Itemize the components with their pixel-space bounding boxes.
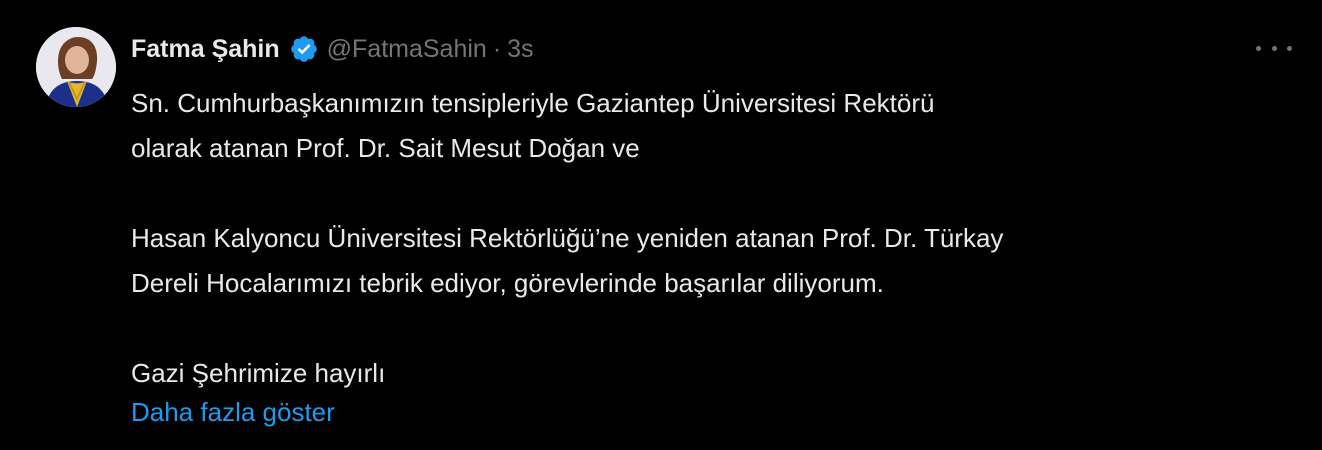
tweet-card[interactable]: Fatma Şahin @FatmaSahin · 3s Sn. Cumhurb… <box>0 0 1322 450</box>
avatar-image <box>36 27 116 107</box>
tweet-text-line: Sn. Cumhurbaşkanımızın tensipleriyle Gaz… <box>131 88 935 118</box>
show-more-link[interactable]: Daha fazla göster <box>131 392 335 432</box>
tweet-text: Sn. Cumhurbaşkanımızın tensipleriyle Gaz… <box>131 81 1251 396</box>
verified-badge-icon <box>289 34 319 64</box>
avatar[interactable] <box>36 27 116 107</box>
author-handle[interactable]: @FatmaSahin <box>327 35 487 64</box>
author-display-name[interactable]: Fatma Şahin <box>131 35 280 64</box>
tweet-timestamp[interactable]: 3s <box>507 35 533 64</box>
more-options-icon[interactable] <box>1256 36 1292 60</box>
more-dot <box>1271 45 1277 51</box>
header-separator: · <box>492 34 502 63</box>
more-dot <box>1287 45 1292 51</box>
tweet-text-line: Dereli Hocalarımızı tebrik ediyor, görev… <box>131 268 884 298</box>
more-dot <box>1256 45 1261 51</box>
tweet-header: Fatma Şahin @FatmaSahin · 3s <box>131 29 534 69</box>
tweet-text-line: Gazi Şehrimize hayırlı <box>131 358 386 388</box>
tweet-text-line: olarak atanan Prof. Dr. Sait Mesut Doğan… <box>131 133 640 163</box>
tweet-text-line: Hasan Kalyoncu Üniversitesi Rektörlüğü’n… <box>131 223 1004 253</box>
